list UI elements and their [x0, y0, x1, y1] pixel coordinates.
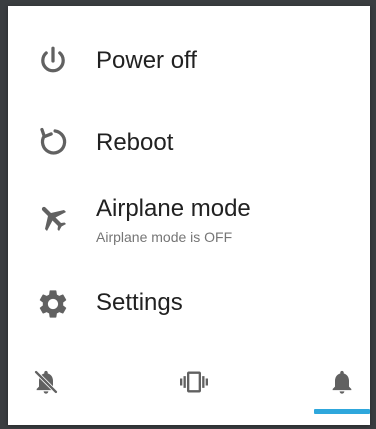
airplane-mode-item[interactable]: Airplane mode Airplane mode is OFF — [8, 186, 370, 260]
ring-button[interactable] — [314, 364, 370, 404]
reboot-label: Reboot — [96, 129, 174, 156]
global-actions-dialog: Power off Reboot Airplane mode Airplane … — [8, 6, 370, 425]
vibrate-icon — [180, 371, 208, 393]
selected-sound-indicator — [314, 409, 370, 414]
settings-item[interactable]: Settings — [8, 267, 370, 341]
vibrate-button[interactable] — [166, 364, 222, 404]
gear-icon — [36, 287, 70, 321]
power-off-label: Power off — [96, 47, 197, 74]
mute-button[interactable] — [18, 364, 74, 404]
airplane-mode-label: Airplane mode — [96, 195, 251, 222]
bell-icon — [332, 370, 352, 394]
airplane-mode-status: Airplane mode is OFF — [96, 229, 233, 245]
airplane-icon — [36, 200, 70, 234]
reboot-icon — [36, 125, 70, 159]
bell-off-icon — [33, 369, 59, 395]
settings-label: Settings — [96, 289, 183, 316]
power-off-item[interactable]: Power off — [8, 24, 370, 98]
reboot-item[interactable]: Reboot — [8, 105, 370, 179]
sound-mode-bar — [8, 346, 370, 425]
power-icon — [36, 44, 70, 78]
